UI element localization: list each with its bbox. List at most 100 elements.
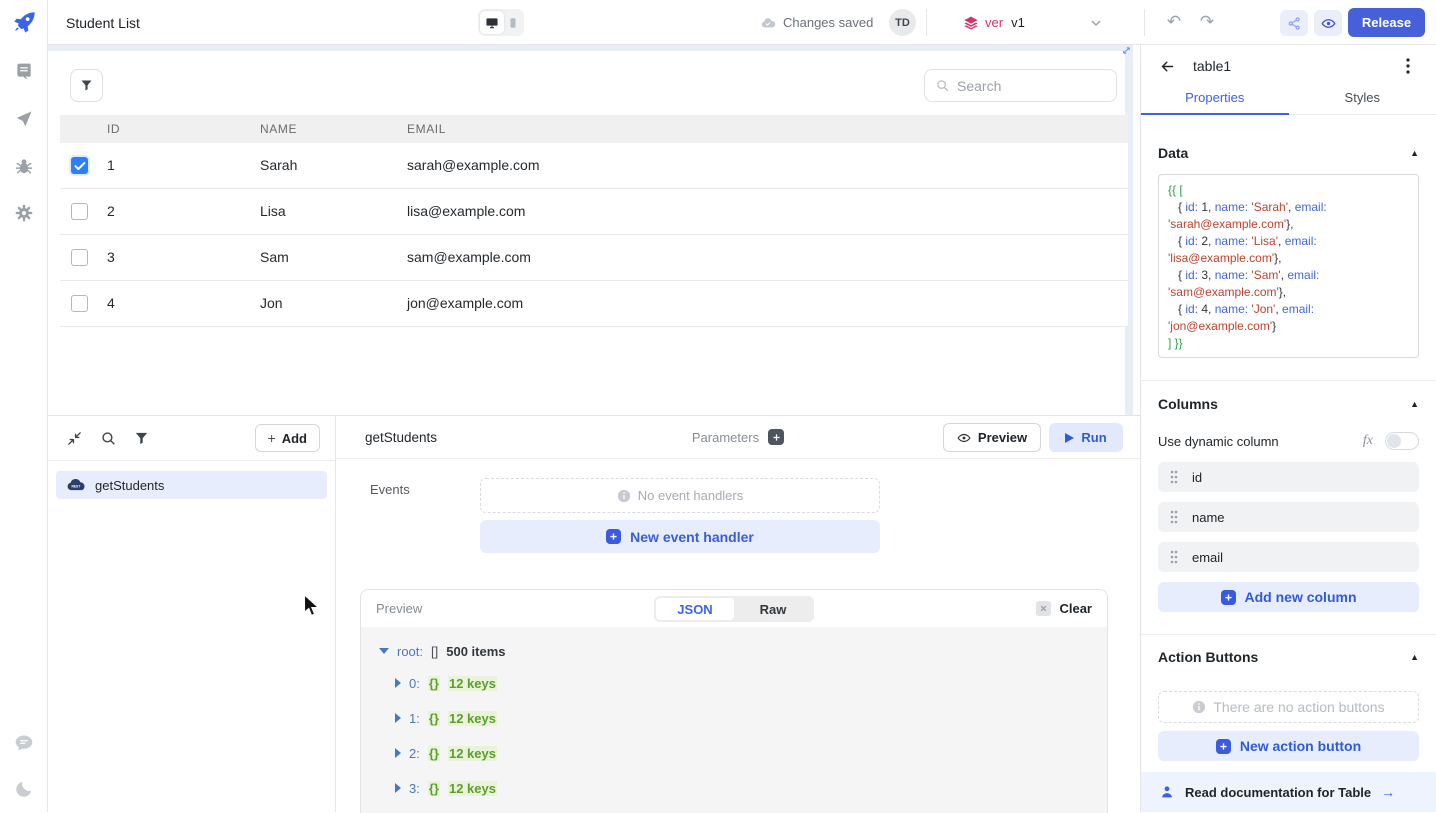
row-checkbox[interactable] xyxy=(71,203,88,220)
drag-handle-icon[interactable] xyxy=(1170,550,1178,564)
code-token: email: xyxy=(1287,268,1319,282)
expand-triangle-icon[interactable] xyxy=(395,748,401,758)
debug-bug-icon[interactable] xyxy=(14,156,34,176)
action-buttons-section: Action Buttons ▲ There are no action but… xyxy=(1141,634,1436,761)
tab-styles[interactable]: Styles xyxy=(1289,87,1436,114)
redo-icon[interactable]: ↷ xyxy=(1196,12,1218,34)
table-filter-button[interactable] xyxy=(70,69,103,102)
dynamic-column-label: Use dynamic column xyxy=(1158,434,1279,449)
code-token: 'Lisa' xyxy=(1251,234,1278,248)
table-row[interactable]: 3Samsam@example.com xyxy=(60,235,1128,281)
add-query-button[interactable]: + Add xyxy=(255,424,320,452)
send-icon[interactable] xyxy=(14,109,34,129)
column-item[interactable]: email xyxy=(1158,542,1419,572)
widget-name[interactable]: table1 xyxy=(1193,58,1231,74)
collapse-section-icon[interactable]: ▲ xyxy=(1410,148,1419,158)
json-tree-item[interactable]: 2:{}12 keys xyxy=(395,743,1107,763)
back-arrow-icon[interactable] xyxy=(1159,58,1176,75)
expand-triangle-icon[interactable] xyxy=(395,783,401,793)
resize-handle-icon[interactable] xyxy=(1121,45,1132,56)
json-summary: 12 keys xyxy=(448,676,497,691)
tab-raw[interactable]: Raw xyxy=(734,598,812,620)
tab-properties[interactable]: Properties xyxy=(1141,87,1289,114)
filter-queries-icon[interactable] xyxy=(133,430,150,447)
collapse-triangle-icon[interactable] xyxy=(379,648,389,654)
code-token: }, xyxy=(1279,285,1286,299)
share-button[interactable] xyxy=(1280,10,1308,36)
json-bracket: {} xyxy=(428,676,440,691)
dynamic-column-toggle[interactable] xyxy=(1385,432,1419,450)
release-button[interactable]: Release xyxy=(1348,8,1425,37)
add-parameter-icon[interactable] xyxy=(768,429,784,445)
collapse-section-icon[interactable]: ▲ xyxy=(1410,399,1419,409)
json-tree-item[interactable]: 0:{}12 keys xyxy=(395,673,1107,693)
run-query-button[interactable]: Run xyxy=(1049,423,1123,452)
dark-mode-moon-icon[interactable] xyxy=(14,779,34,799)
chat-support-icon[interactable] xyxy=(14,733,34,753)
header-email[interactable]: EMAIL xyxy=(407,122,446,136)
row-checkbox[interactable] xyxy=(71,157,88,174)
clear-response[interactable]: Clear xyxy=(1036,601,1092,616)
version-selector[interactable]: ver v1 xyxy=(963,0,1025,45)
table-row[interactable]: 4Jonjon@example.com xyxy=(60,281,1128,327)
canvas[interactable]: ID NAME EMAIL 1Sarahsarah@example.com2Li… xyxy=(48,45,1140,415)
undo-icon[interactable]: ↶ xyxy=(1163,12,1185,34)
expand-triangle-icon[interactable] xyxy=(395,678,401,688)
preview-label: Preview xyxy=(978,430,1027,445)
expand-triangle-icon[interactable] xyxy=(395,713,401,723)
app-logo-rocket-icon[interactable] xyxy=(12,10,37,35)
device-toggle[interactable] xyxy=(478,9,524,36)
tab-json[interactable]: JSON xyxy=(656,598,734,620)
docs-link[interactable]: Read documentation for Table → xyxy=(1141,772,1436,812)
drag-handle-icon[interactable] xyxy=(1170,470,1178,484)
settings-gear-icon[interactable] xyxy=(14,203,34,223)
fx-icon[interactable]: fx xyxy=(1363,433,1373,449)
pages-editor-icon[interactable] xyxy=(14,62,34,82)
parameters-control[interactable]: Parameters xyxy=(692,429,784,445)
cell-id: 3 xyxy=(107,249,115,265)
query-list-item-getstudents[interactable]: REST getStudents xyxy=(56,471,327,499)
table-header[interactable]: ID NAME EMAIL xyxy=(60,115,1128,143)
filter-icon xyxy=(79,78,94,93)
code-token: }, xyxy=(1274,251,1281,265)
search-input[interactable] xyxy=(957,78,1097,94)
mobile-icon[interactable] xyxy=(504,11,522,34)
code-token: { xyxy=(1168,200,1185,214)
code-line: 'sam@example.com'}, xyxy=(1168,284,1409,301)
collapse-section-icon[interactable]: ▲ xyxy=(1410,652,1419,662)
json-root-row[interactable]: root: [] 500 items xyxy=(379,641,1107,661)
preview-app-button[interactable] xyxy=(1314,10,1342,36)
new-action-button[interactable]: New action button xyxy=(1158,731,1419,761)
header-id[interactable]: ID xyxy=(107,122,120,136)
json-tree-item[interactable]: 3:{}12 keys xyxy=(395,778,1107,798)
row-checkbox[interactable] xyxy=(71,249,88,266)
avatar[interactable]: TD xyxy=(889,9,916,36)
json-bracket: [] xyxy=(431,644,438,659)
add-new-column-button[interactable]: Add new column xyxy=(1158,582,1419,612)
cell-name: Sarah xyxy=(260,157,297,173)
chevron-down-icon[interactable] xyxy=(1088,0,1104,45)
json-summary: 500 items xyxy=(446,644,505,659)
query-editor-header: getStudents Parameters Preview Run xyxy=(336,416,1140,459)
new-event-handler-button[interactable]: New event handler xyxy=(480,520,880,553)
code-line: 'lisa@example.com'}, xyxy=(1168,250,1409,267)
column-item[interactable]: id xyxy=(1158,462,1419,492)
table-row[interactable]: 2Lisalisa@example.com xyxy=(60,189,1128,235)
code-token: email: xyxy=(1295,200,1327,214)
search-queries-icon[interactable] xyxy=(100,430,117,447)
kebab-menu-icon[interactable] xyxy=(1406,58,1410,74)
table-search[interactable] xyxy=(924,69,1117,102)
header-name[interactable]: NAME xyxy=(260,122,297,136)
collapse-panel-icon[interactable] xyxy=(66,430,83,447)
data-code-editor[interactable]: {{ [ { id: 1, name: 'Sarah', email:'sara… xyxy=(1158,174,1419,358)
column-item[interactable]: name xyxy=(1158,502,1419,532)
rest-api-icon: REST xyxy=(66,479,86,492)
top-bar: Student List Changes saved TD ver v1 ↶ ↷… xyxy=(48,0,1436,45)
drag-handle-icon[interactable] xyxy=(1170,510,1178,524)
table-row[interactable]: 1Sarahsarah@example.com xyxy=(60,143,1128,189)
run-label: Run xyxy=(1081,430,1106,445)
preview-query-button[interactable]: Preview xyxy=(943,423,1041,452)
row-checkbox[interactable] xyxy=(71,295,88,312)
desktop-icon[interactable] xyxy=(480,11,504,34)
json-tree-item[interactable]: 1:{}12 keys xyxy=(395,708,1107,728)
